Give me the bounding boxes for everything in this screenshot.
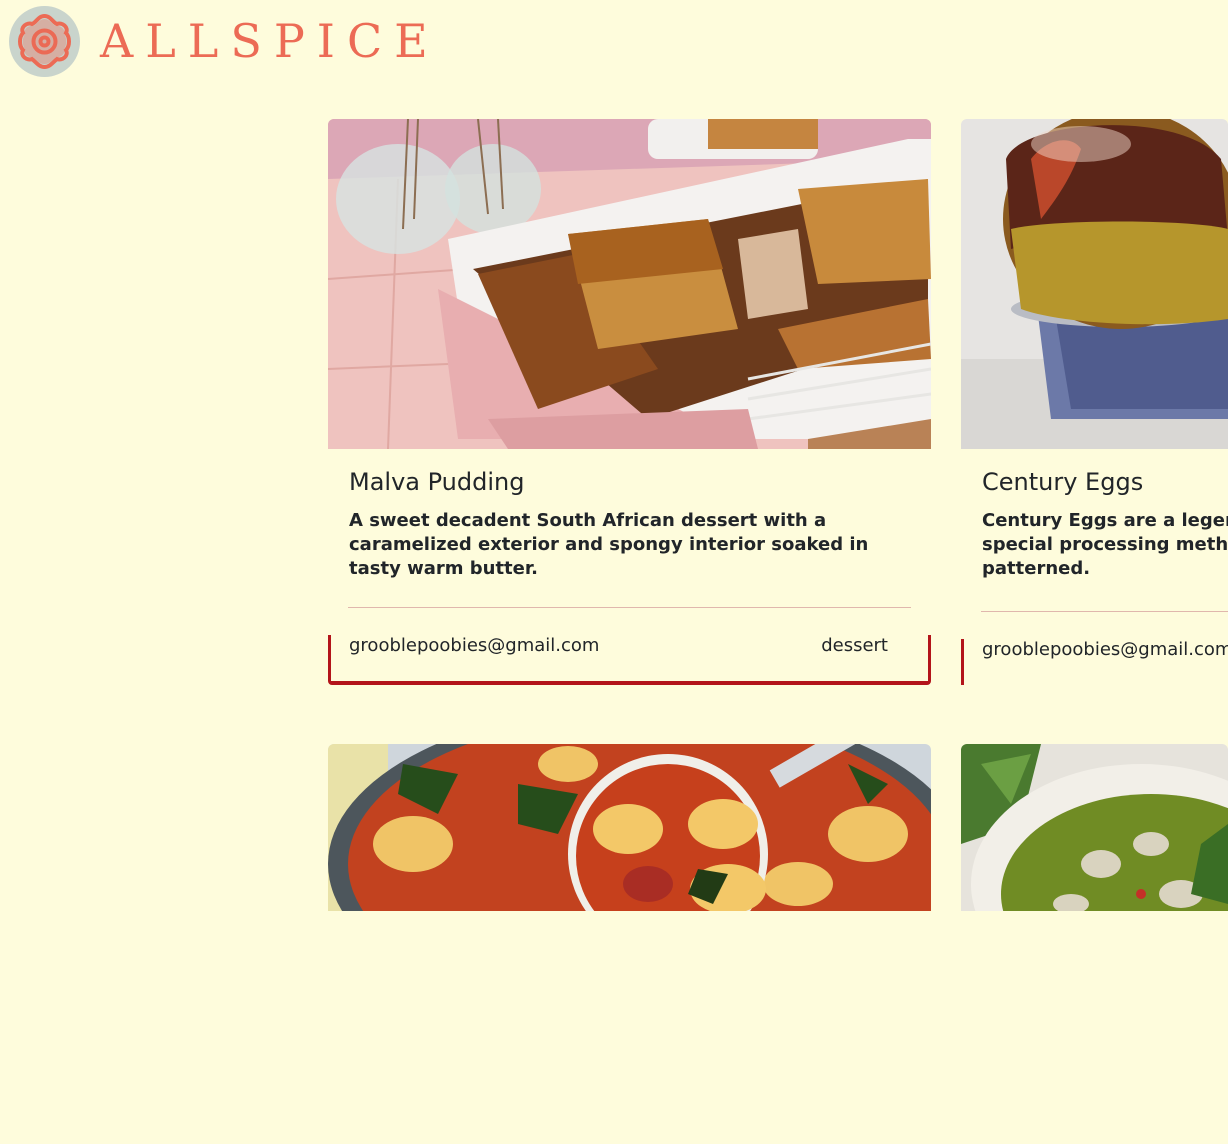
card-footer: grooblepoobies@gmail.com dessert: [328, 635, 931, 685]
recipe-card[interactable]: [328, 744, 931, 1144]
recipe-creator-email: grooblepoobies@gmail.com: [349, 635, 600, 656]
recipe-description: A sweet decadent South African dessert w…: [349, 510, 869, 579]
recipe-card[interactable]: Century Eggs Century Eggs are a legenda …: [961, 119, 1228, 685]
card-footer: grooblepoobies@gmail.com: [961, 639, 1228, 685]
recipe-photo: [961, 119, 1228, 449]
card-divider: [981, 611, 1228, 612]
brand-name[interactable]: ALLSPICE: [100, 14, 440, 68]
logo[interactable]: [9, 6, 80, 77]
recipe-photo: [328, 744, 931, 911]
card-divider: [348, 607, 911, 608]
recipe-card[interactable]: [961, 744, 1228, 1144]
recipe-image[interactable]: [328, 119, 931, 449]
recipe-title: Malva Pudding: [349, 468, 525, 496]
recipe-photo: [961, 744, 1228, 911]
recipe-title: Century Eggs: [982, 468, 1144, 496]
recipe-image[interactable]: [961, 744, 1228, 911]
site-header: ALLSPICE: [0, 0, 1228, 90]
recipe-image[interactable]: [328, 744, 931, 911]
recipe-category: dessert: [821, 635, 888, 656]
recipe-image[interactable]: [961, 119, 1228, 449]
recipe-card[interactable]: Malva Pudding A sweet decadent South Afr…: [328, 119, 931, 685]
flower-icon: [18, 13, 71, 70]
recipe-creator-email: grooblepoobies@gmail.com: [982, 639, 1228, 660]
recipe-photo: [328, 119, 931, 449]
recipe-description: Century Eggs are a legenda special proce…: [982, 510, 1228, 579]
